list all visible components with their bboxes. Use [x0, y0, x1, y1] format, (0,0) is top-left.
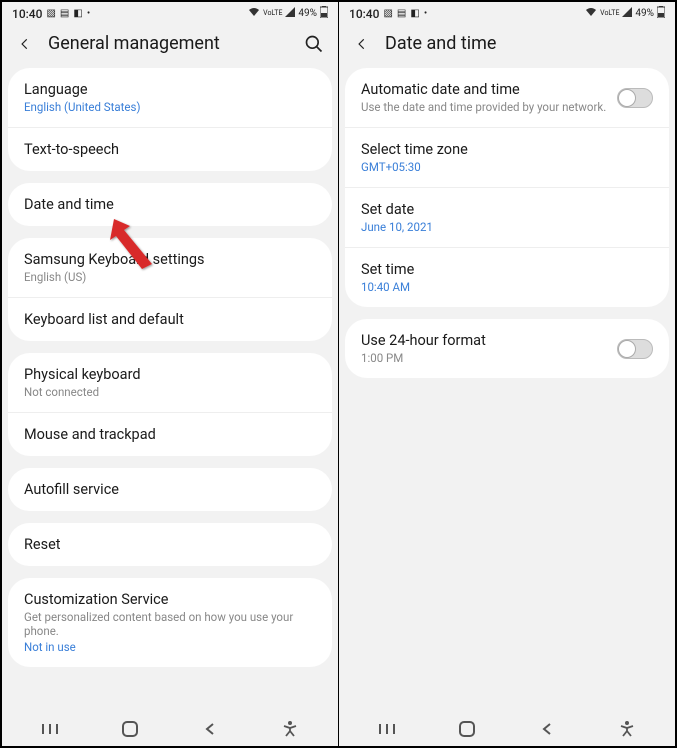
item-date-and-time[interactable]: Date and time — [8, 183, 332, 226]
battery-saver-icon: ◧ — [73, 8, 82, 19]
item-language[interactable]: Language English (United States) — [8, 68, 332, 128]
battery-saver-icon: ◧ — [410, 8, 419, 19]
screen-general-management: 10:40 ▧ ▤ ◧ • VoLTE 49% — [2, 2, 339, 746]
page-title: General management — [48, 33, 290, 54]
more-icon: • — [87, 8, 90, 19]
back-icon[interactable] — [353, 35, 371, 53]
status-bar: 10:40 ▧ ▤ ◧ • VoLTE 49% — [2, 2, 338, 23]
item-24-hour-format[interactable]: Use 24-hour format 1:00 PM — [345, 319, 669, 378]
signal-icon — [285, 7, 295, 20]
notif-icon: ▤ — [60, 8, 69, 19]
nav-home-icon[interactable] — [455, 720, 479, 738]
back-icon[interactable] — [16, 35, 34, 53]
header: General management — [2, 23, 338, 68]
item-text-to-speech[interactable]: Text-to-speech — [8, 128, 332, 171]
item-physical-keyboard[interactable]: Physical keyboard Not connected — [8, 353, 332, 413]
header: Date and time — [339, 23, 675, 68]
battery-pct: 49% — [635, 8, 654, 19]
signal-icon — [622, 7, 632, 20]
screen-date-and-time: 10:40 ▧ ▤ ◧ • VoLTE 49% — [339, 2, 675, 746]
nav-accessibility-icon[interactable] — [278, 720, 302, 738]
card-keyboard: Samsung Keyboard settings English (US) K… — [8, 238, 332, 341]
card-date-time: Date and time — [8, 183, 332, 226]
card-autofill: Autofill service — [8, 468, 332, 511]
toggle-24-hour[interactable] — [617, 339, 653, 359]
item-keyboard-list[interactable]: Keyboard list and default — [8, 298, 332, 341]
nav-recents-icon[interactable] — [375, 720, 399, 738]
content-scroll[interactable]: Automatic date and time Use the date and… — [339, 68, 675, 710]
notif-icon: ▧ — [383, 8, 392, 19]
card-customization: Customization Service Get personalized c… — [8, 578, 332, 667]
content-scroll[interactable]: Language English (United States) Text-to… — [2, 68, 338, 710]
toggle-auto-datetime[interactable] — [617, 88, 653, 108]
item-select-timezone[interactable]: Select time zone GMT+05:30 — [345, 128, 669, 188]
item-autofill[interactable]: Autofill service — [8, 468, 332, 511]
status-time: 10:40 — [12, 7, 42, 21]
item-customization[interactable]: Customization Service Get personalized c… — [8, 578, 332, 667]
item-set-date[interactable]: Set date June 10, 2021 — [345, 188, 669, 248]
battery-icon — [657, 6, 665, 21]
item-reset[interactable]: Reset — [8, 523, 332, 566]
card-datetime-main: Automatic date and time Use the date and… — [345, 68, 669, 307]
more-icon: • — [424, 8, 427, 19]
nav-bar — [339, 710, 675, 746]
notif-icon: ▧ — [46, 8, 55, 19]
notif-icon: ▤ — [397, 8, 406, 19]
wifi-icon — [585, 7, 597, 20]
item-automatic-date-time[interactable]: Automatic date and time Use the date and… — [345, 68, 669, 128]
nav-back-icon[interactable] — [535, 720, 559, 738]
search-icon[interactable] — [304, 34, 324, 54]
item-set-time[interactable]: Set time 10:40 AM — [345, 248, 669, 307]
item-samsung-keyboard[interactable]: Samsung Keyboard settings English (US) — [8, 238, 332, 298]
lte-icon: VoLTE — [600, 10, 619, 17]
nav-bar — [2, 710, 338, 746]
nav-home-icon[interactable] — [118, 720, 142, 738]
page-title: Date and time — [385, 33, 661, 54]
card-reset: Reset — [8, 523, 332, 566]
wifi-icon — [248, 7, 260, 20]
battery-pct: 49% — [298, 8, 317, 19]
nav-recents-icon[interactable] — [38, 720, 62, 738]
battery-icon — [320, 6, 328, 21]
card-24hour: Use 24-hour format 1:00 PM — [345, 319, 669, 378]
nav-back-icon[interactable] — [198, 720, 222, 738]
card-physical: Physical keyboard Not connected Mouse an… — [8, 353, 332, 456]
card-language: Language English (United States) Text-to… — [8, 68, 332, 171]
status-bar: 10:40 ▧ ▤ ◧ • VoLTE 49% — [339, 2, 675, 23]
nav-accessibility-icon[interactable] — [615, 720, 639, 738]
item-mouse-trackpad[interactable]: Mouse and trackpad — [8, 413, 332, 456]
lte-icon: VoLTE — [263, 10, 282, 17]
status-time: 10:40 — [349, 7, 379, 21]
